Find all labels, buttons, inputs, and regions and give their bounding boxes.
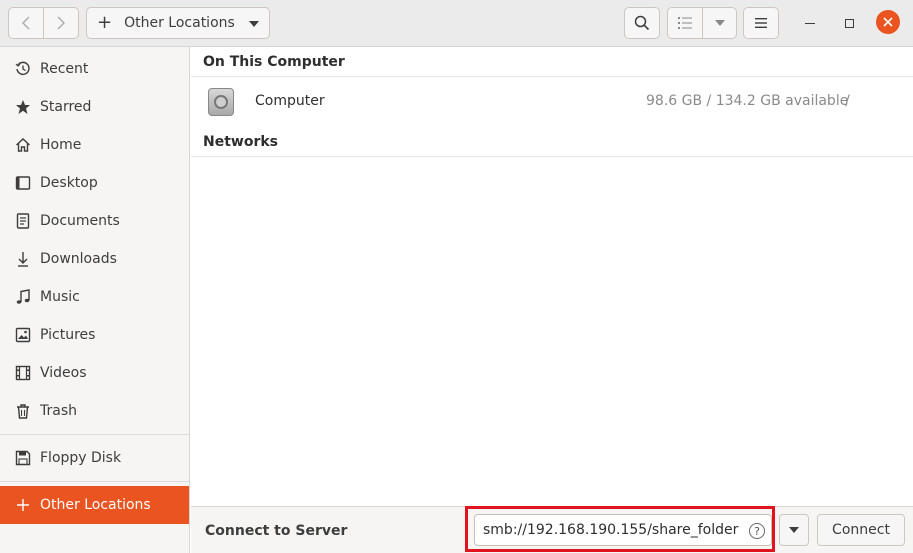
sidebar-item-other-locations[interactable]: Other Locations bbox=[0, 486, 189, 524]
chevron-left-icon bbox=[21, 16, 31, 30]
sidebar-separator bbox=[0, 481, 189, 482]
sidebar-separator bbox=[0, 434, 189, 435]
search-button[interactable] bbox=[624, 7, 660, 39]
hard-drive-icon bbox=[208, 88, 234, 116]
chevron-down-icon bbox=[714, 20, 725, 26]
document-icon bbox=[14, 212, 32, 230]
help-icon[interactable]: ? bbox=[749, 523, 765, 539]
section-networks: Networks bbox=[203, 134, 279, 150]
maximize-icon bbox=[844, 18, 854, 28]
sidebar-item-downloads[interactable]: Downloads bbox=[0, 240, 189, 278]
hamburger-menu-icon bbox=[755, 18, 767, 28]
search-icon bbox=[634, 15, 650, 31]
sidebar-item-label: Music bbox=[40, 289, 80, 305]
sidebar-item-label: Other Locations bbox=[40, 497, 151, 513]
connect-to-server-bar: Connect to Server ? Connect bbox=[191, 506, 913, 553]
chevron-down-icon bbox=[249, 21, 259, 27]
sidebar-item-videos[interactable]: Videos bbox=[0, 354, 189, 392]
row-separator bbox=[191, 156, 913, 157]
trash-icon bbox=[14, 402, 32, 420]
section-on-this-computer: On This Computer bbox=[203, 54, 345, 70]
computer-space-available: 98.6 GB / 134.2 GB available bbox=[646, 93, 849, 109]
sidebar-item-desktop[interactable]: Desktop bbox=[0, 164, 189, 202]
sidebar-item-label: Videos bbox=[40, 365, 87, 381]
computer-mount-point: / bbox=[845, 93, 850, 109]
download-icon bbox=[14, 250, 32, 268]
minimize-icon bbox=[805, 22, 815, 24]
sidebar-item-label: Pictures bbox=[40, 327, 96, 343]
connect-button[interactable]: Connect bbox=[817, 514, 905, 546]
view-options-dropdown[interactable] bbox=[702, 7, 737, 39]
close-icon bbox=[883, 17, 893, 27]
clock-icon bbox=[14, 60, 32, 78]
desktop-icon bbox=[14, 174, 32, 192]
sidebar-item-trash[interactable]: Trash bbox=[0, 392, 189, 430]
plus-icon bbox=[14, 496, 32, 514]
sidebar-item-label: Recent bbox=[40, 61, 89, 77]
connect-to-server-label: Connect to Server bbox=[205, 523, 348, 539]
sidebar-item-label: Starred bbox=[40, 99, 92, 115]
main-menu-button[interactable] bbox=[743, 7, 779, 39]
computer-name: Computer bbox=[255, 93, 325, 109]
floppy-disk-icon bbox=[14, 449, 32, 467]
sidebar-item-label: Desktop bbox=[40, 175, 98, 191]
path-bar-button[interactable]: + Other Locations bbox=[86, 7, 270, 39]
row-separator bbox=[191, 76, 913, 77]
sidebar-item-music[interactable]: Music bbox=[0, 278, 189, 316]
sidebar-item-pictures[interactable]: Pictures bbox=[0, 316, 189, 354]
server-history-dropdown[interactable] bbox=[779, 514, 809, 546]
music-icon bbox=[14, 288, 32, 306]
plus-icon: + bbox=[97, 12, 113, 33]
close-button[interactable] bbox=[876, 10, 900, 34]
sidebar-item-label: Documents bbox=[40, 213, 120, 229]
video-icon bbox=[14, 364, 32, 382]
sidebar-item-recent[interactable]: Recent bbox=[0, 50, 189, 88]
sidebar-item-label: Trash bbox=[40, 403, 77, 419]
minimize-button[interactable] bbox=[797, 10, 823, 36]
computer-location-row[interactable]: Computer 98.6 GB / 134.2 GB available / bbox=[191, 78, 913, 126]
server-address-input[interactable] bbox=[474, 514, 772, 546]
home-icon bbox=[14, 136, 32, 154]
sidebar-item-floppy-disk[interactable]: Floppy Disk bbox=[0, 439, 189, 477]
list-view-icon bbox=[678, 17, 692, 29]
chevron-down-icon bbox=[789, 527, 799, 533]
picture-icon bbox=[14, 326, 32, 344]
sidebar-item-label: Downloads bbox=[40, 251, 117, 267]
sidebar: Recent Starred Home Desktop Documents Do… bbox=[0, 47, 190, 553]
sidebar-item-documents[interactable]: Documents bbox=[0, 202, 189, 240]
back-button[interactable] bbox=[8, 7, 44, 39]
sidebar-item-label: Floppy Disk bbox=[40, 450, 122, 466]
sidebar-item-label: Home bbox=[40, 137, 82, 153]
path-label: Other Locations bbox=[124, 15, 235, 31]
star-icon bbox=[14, 98, 32, 116]
list-view-button[interactable] bbox=[667, 7, 703, 39]
header-bar: + Other Locations bbox=[0, 0, 913, 47]
forward-button[interactable] bbox=[43, 7, 79, 39]
chevron-right-icon bbox=[56, 16, 66, 30]
main-content: On This Computer Computer 98.6 GB / 134.… bbox=[191, 47, 913, 506]
sidebar-item-starred[interactable]: Starred bbox=[0, 88, 189, 126]
sidebar-item-home[interactable]: Home bbox=[0, 126, 189, 164]
maximize-button[interactable] bbox=[836, 10, 862, 36]
